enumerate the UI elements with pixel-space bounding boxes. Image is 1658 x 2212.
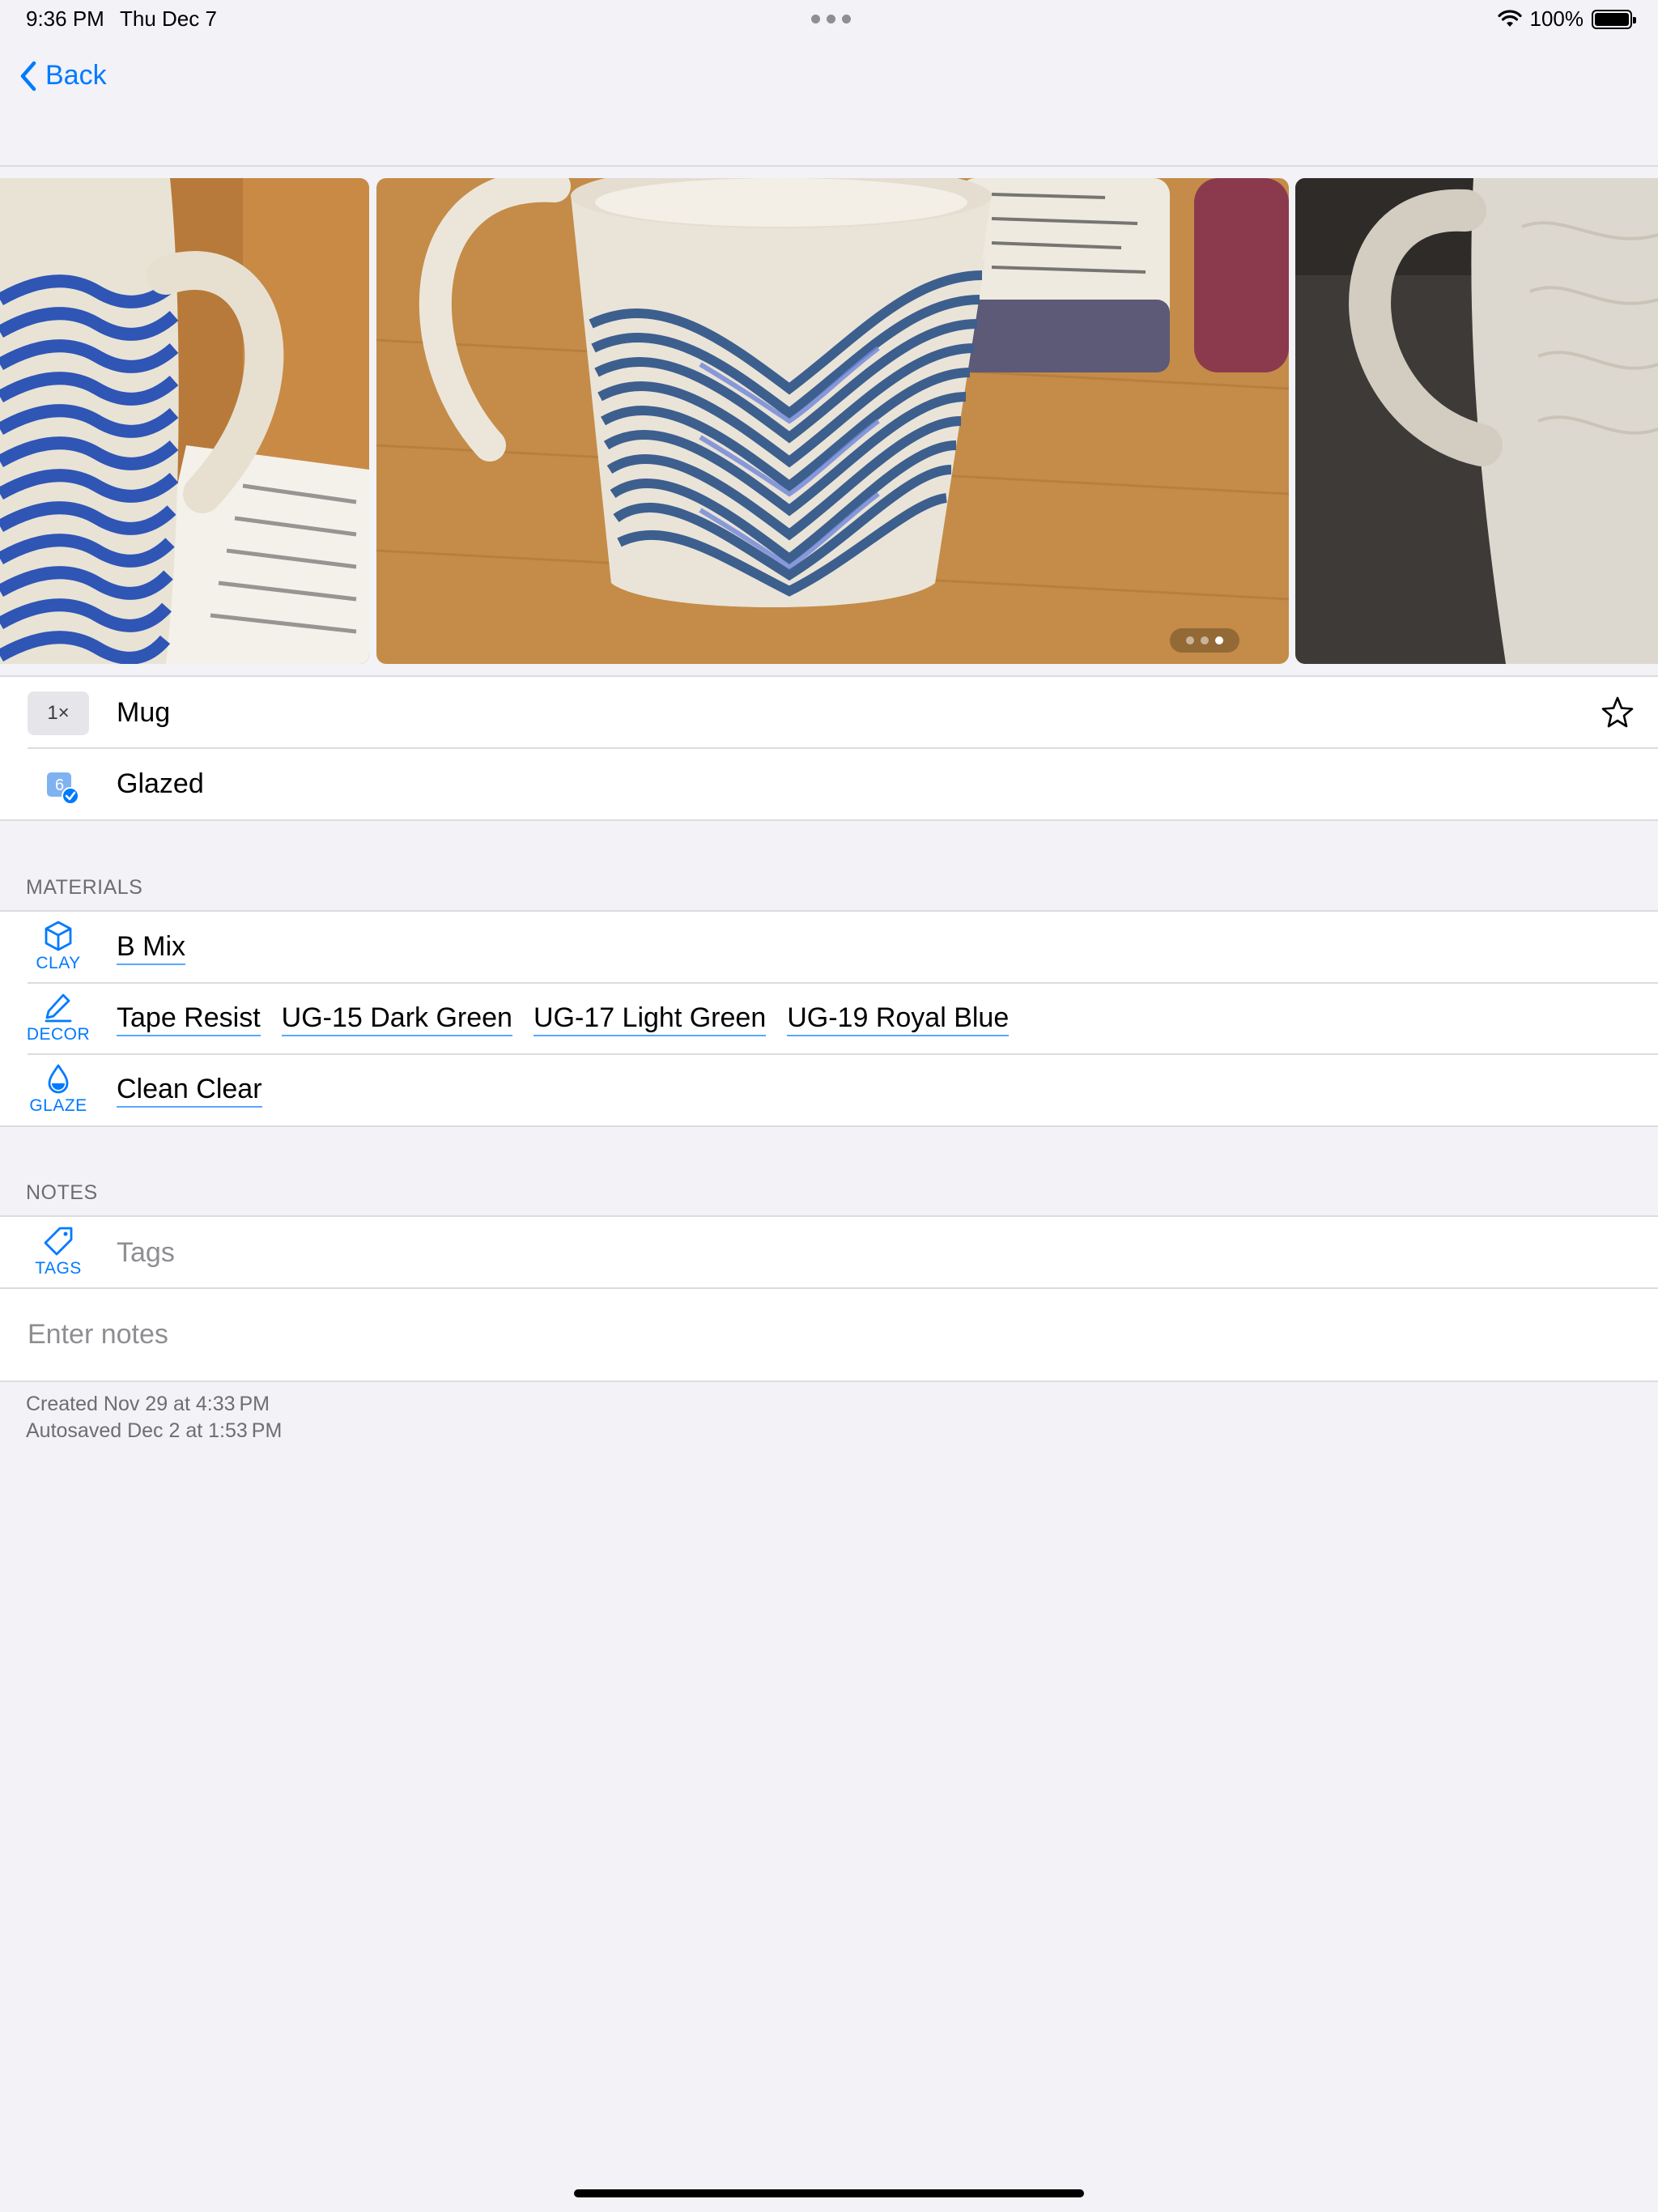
autosaved-timestamp: Autosaved Dec 2 at 1:53 PM <box>26 1419 283 1442</box>
decor-chips: Tape Resist UG-15 Dark Green UG-17 Light… <box>117 1002 1010 1036</box>
glaze-label: GLAZE <box>29 1096 87 1115</box>
navigation-bar: Back <box>0 39 1658 167</box>
clay-chips: B Mix <box>117 930 185 965</box>
notes-input[interactable]: Enter notes <box>28 1319 168 1351</box>
wifi-icon <box>1497 9 1522 27</box>
decor-chip[interactable]: UG-17 Light Green <box>533 1002 767 1036</box>
glaze-icon-block: GLAZE <box>18 1062 99 1116</box>
piece-stage: Glazed <box>117 768 204 799</box>
page-indicator[interactable] <box>1170 628 1239 653</box>
clay-label: CLAY <box>36 954 81 972</box>
status-indicators: 100% <box>1497 6 1636 32</box>
timestamps: Created Nov 29 at 4:33 PM Autosaved Dec … <box>26 1391 282 1444</box>
status-date: Thu Dec 7 <box>120 6 217 31</box>
multitasking-dots-icon[interactable] <box>811 8 851 23</box>
back-label: Back <box>45 60 107 91</box>
status-bar: 9:36 PM Thu Dec 7 100% <box>0 0 1658 39</box>
clay-icon-block: CLAY <box>18 920 99 973</box>
back-button[interactable]: Back <box>19 60 107 91</box>
chevron-left-icon <box>20 61 36 91</box>
notes-row[interactable]: Enter notes <box>0 1287 1658 1380</box>
photo-thumbnail-next[interactable] <box>1295 178 1658 664</box>
materials-group: CLAY B Mix DECOR Tape Resist UG-15 Dark … <box>0 910 1658 1127</box>
tags-row[interactable]: TAGS Tags <box>0 1217 1658 1288</box>
created-timestamp: Created Nov 29 at 4:33 PM <box>26 1393 270 1415</box>
photo-gallery[interactable] <box>0 178 1658 664</box>
decor-chip[interactable]: UG-19 Royal Blue <box>787 1002 1010 1036</box>
glaze-row[interactable]: GLAZE Clean Clear <box>0 1053 1658 1125</box>
photo-thumbnail-previous[interactable] <box>0 178 369 664</box>
clay-chip[interactable]: B Mix <box>117 930 185 965</box>
photo-current[interactable] <box>376 178 1289 664</box>
star-icon[interactable] <box>1600 695 1635 730</box>
decor-chip[interactable]: UG-15 Dark Green <box>281 1002 512 1036</box>
tag-icon <box>44 1227 73 1256</box>
battery-icon <box>1592 9 1636 29</box>
stage-glazed-icon: 6 <box>47 772 79 805</box>
decor-icon-block: DECOR <box>18 991 99 1044</box>
glaze-chips: Clean Clear <box>117 1073 262 1108</box>
quantity-badge[interactable]: 1× <box>28 691 89 735</box>
pencil-icon <box>45 993 72 1023</box>
cube-icon <box>45 921 72 951</box>
tags-icon-block: TAGS <box>18 1225 99 1278</box>
piece-name-row[interactable]: 1× Mug <box>0 677 1658 748</box>
piece-name[interactable]: Mug <box>117 697 170 729</box>
materials-section-header: MATERIALS <box>26 876 143 899</box>
notes-section-header: NOTES <box>26 1181 98 1204</box>
decor-label: DECOR <box>26 1025 91 1044</box>
piece-stage-row[interactable]: 6 Glazed <box>0 747 1658 819</box>
decor-chip[interactable]: Tape Resist <box>117 1002 261 1036</box>
glaze-chip[interactable]: Clean Clear <box>117 1073 262 1108</box>
piece-info-group: 1× Mug 6 Glazed <box>0 675 1658 821</box>
status-time: 9:36 PM <box>26 6 104 31</box>
tags-input[interactable]: Tags <box>117 1237 175 1269</box>
battery-percentage: 100% <box>1529 6 1584 31</box>
notes-group: TAGS Tags Enter notes <box>0 1215 1658 1382</box>
clay-row[interactable]: CLAY B Mix <box>0 912 1658 983</box>
drop-icon <box>48 1064 69 1094</box>
decor-row[interactable]: DECOR Tape Resist UG-15 Dark Green UG-17… <box>0 982 1658 1054</box>
home-indicator[interactable] <box>574 2189 1084 2197</box>
tags-label: TAGS <box>35 1259 82 1278</box>
